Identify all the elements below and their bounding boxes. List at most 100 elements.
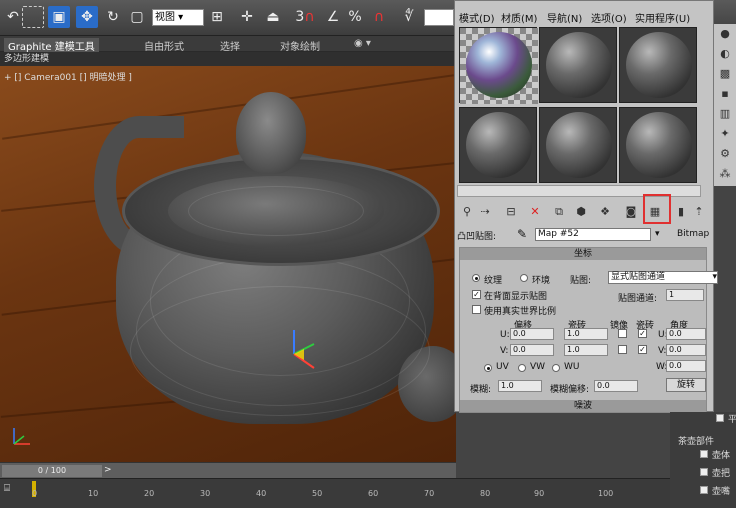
- put-to-library-icon[interactable]: ❖: [597, 204, 613, 220]
- noise-header[interactable]: 噪波: [460, 400, 706, 412]
- camera-viewport[interactable]: + [] Camera001 [] 明暗处理 ]: [0, 66, 456, 462]
- axis-tripod: [13, 428, 30, 445]
- edit-named-selection-icon[interactable]: ∜: [398, 6, 420, 28]
- v-offset-spinner[interactable]: 0.0: [510, 344, 554, 356]
- show-end-result-icon[interactable]: ▮: [673, 204, 689, 220]
- pivot-icon[interactable]: ⊞: [206, 6, 228, 28]
- vw-radio[interactable]: [518, 364, 526, 372]
- top-checkbox[interactable]: [716, 414, 724, 422]
- time-slider-bar[interactable]: 0 / 100 >: [0, 462, 456, 478]
- select-rotate-icon[interactable]: ↻: [102, 6, 124, 28]
- eyedropper-icon[interactable]: ✎: [517, 227, 527, 241]
- material-slot-3[interactable]: [619, 27, 697, 103]
- percent-snap-icon[interactable]: %: [344, 6, 366, 28]
- menu-material[interactable]: 材质(M): [501, 10, 537, 25]
- put-to-scene-icon[interactable]: ⇢: [477, 204, 493, 220]
- assign-to-selection-icon[interactable]: ⊟: [503, 204, 519, 220]
- material-editor: 模式(D) 材质(M) 导航(N) 选项(O) 实用程序(U) ⚲ ⇢ ⊟ ✕ …: [454, 0, 718, 413]
- copy-material-icon[interactable]: ⧉: [551, 204, 567, 220]
- u-mirror-checkbox[interactable]: [618, 329, 627, 338]
- options-icon[interactable]: ⚙: [717, 146, 733, 162]
- u-angle-spinner[interactable]: 0.0: [666, 328, 706, 340]
- show-back-checkbox[interactable]: ✓: [472, 290, 481, 299]
- menu-navigation[interactable]: 导航(N): [547, 10, 582, 25]
- spinner-snap-icon[interactable]: ∩: [368, 6, 390, 28]
- mapping-select[interactable]: 显式贴图通道 ▾: [608, 271, 718, 284]
- tab-freeform[interactable]: 自由形式: [144, 38, 184, 53]
- tab-selection[interactable]: 选择: [220, 38, 240, 53]
- v-tile-checkbox[interactable]: ✓: [638, 345, 647, 354]
- select-manipulate-icon[interactable]: ✛: [236, 6, 258, 28]
- material-toolbar: ⚲ ⇢ ⊟ ✕ ⧉ ⬢ ❖ ◙ ▦ ▮ ⇡: [455, 201, 713, 223]
- blur-offset-spinner[interactable]: 0.0: [594, 380, 638, 392]
- map-dropdown-icon[interactable]: ▾: [655, 229, 660, 239]
- material-slot-4[interactable]: [459, 107, 537, 183]
- undo-icon[interactable]: ↶: [2, 6, 24, 28]
- video-color-icon[interactable]: ▥: [717, 106, 733, 122]
- next-frame-icon[interactable]: >: [104, 465, 112, 475]
- bump-map-label: 凸凹贴图:: [457, 232, 497, 242]
- v-tiling-spinner[interactable]: 1.0: [564, 344, 608, 356]
- handle-checkbox[interactable]: [700, 468, 708, 476]
- highlight-box: [643, 194, 671, 224]
- material-slot-1[interactable]: [459, 27, 538, 104]
- angle-snap-icon[interactable]: ∠: [322, 6, 344, 28]
- map-type-button[interactable]: Bitmap: [677, 229, 709, 239]
- background-icon[interactable]: ▩: [717, 66, 733, 82]
- keyboard-shortcut-icon[interactable]: ⏏: [262, 6, 284, 28]
- material-slot-6[interactable]: [619, 107, 697, 183]
- w-angle-spinner[interactable]: 0.0: [666, 360, 706, 372]
- viewport-label[interactable]: + [] Camera001 [] 明暗处理 ]: [4, 70, 132, 83]
- material-side-toolbar: ● ◐ ▩ ▪ ▥ ✦ ⚙ ⁂: [714, 24, 736, 186]
- real-world-checkbox[interactable]: [472, 305, 481, 314]
- track-menu-icon[interactable]: ⌸: [4, 483, 18, 497]
- material-slot-2[interactable]: [539, 27, 617, 103]
- backlight-icon[interactable]: ◐: [717, 46, 733, 62]
- track-bar[interactable]: ⌸ 0 10 20 30 40 50 60 70 80 90 100: [0, 478, 736, 508]
- rotate-button[interactable]: 旋转: [666, 378, 706, 392]
- spout-checkbox[interactable]: [700, 486, 708, 494]
- reset-map-icon[interactable]: ✕: [527, 204, 543, 220]
- u-offset-spinner[interactable]: 0.0: [510, 328, 554, 340]
- uv-tiling-icon[interactable]: ▪: [717, 86, 733, 102]
- menu-mode[interactable]: 模式(D): [459, 10, 495, 25]
- select-window-icon[interactable]: ▣: [48, 6, 70, 28]
- go-to-parent-icon[interactable]: ⇡: [691, 204, 707, 220]
- body-checkbox[interactable]: [700, 450, 708, 458]
- v-mirror-checkbox[interactable]: [618, 345, 627, 354]
- uv-radio[interactable]: [484, 364, 492, 372]
- named-selection-field[interactable]: [424, 9, 454, 26]
- v-angle-spinner[interactable]: 0.0: [666, 344, 706, 356]
- environ-radio[interactable]: [520, 274, 528, 282]
- transform-gizmo[interactable]: [280, 324, 330, 374]
- menu-utilities[interactable]: 实用程序(U): [635, 10, 690, 25]
- coordinates-header[interactable]: 坐标: [460, 248, 706, 260]
- tab-object-paint[interactable]: 对象绘制: [280, 38, 320, 53]
- select-by-material-icon[interactable]: ⁂: [717, 166, 733, 182]
- select-move-icon[interactable]: ✥: [76, 6, 98, 28]
- material-id-icon[interactable]: ◙: [623, 204, 639, 220]
- ribbon-options-icon[interactable]: ◉ ▾: [354, 38, 371, 49]
- u-tile-checkbox[interactable]: ✓: [638, 329, 647, 338]
- get-material-icon[interactable]: ⚲: [459, 204, 475, 220]
- snap-toggle-icon[interactable]: 3 ∩: [290, 6, 320, 28]
- menu-options[interactable]: 选项(O): [591, 10, 627, 25]
- bump-map-row: 凸凹贴图: ✎ Map #52 ▾ Bitmap: [455, 227, 713, 243]
- make-unique-icon[interactable]: ⬢: [573, 204, 589, 220]
- map-name-field[interactable]: Map #52: [535, 228, 651, 241]
- ribbon-tabs: Graphite 建模工具 自由形式 选择 对象绘制 ◉ ▾: [0, 36, 456, 53]
- select-region-icon[interactable]: [22, 6, 44, 28]
- time-slider[interactable]: 0 / 100: [2, 465, 102, 477]
- material-slot-5[interactable]: [539, 107, 617, 183]
- u-tiling-spinner[interactable]: 1.0: [564, 328, 608, 340]
- wu-radio[interactable]: [552, 364, 560, 372]
- select-scale-icon[interactable]: ▢: [126, 6, 148, 28]
- reference-coord-select[interactable]: 视图 ▾: [152, 9, 204, 26]
- polygon-modeling-label[interactable]: 多边形建模: [0, 52, 456, 66]
- make-preview-icon[interactable]: ✦: [717, 126, 733, 142]
- tab-graphite[interactable]: Graphite 建模工具: [4, 38, 99, 53]
- sample-type-icon[interactable]: ●: [717, 26, 733, 42]
- map-channel-spinner[interactable]: 1: [666, 289, 704, 301]
- texture-radio[interactable]: [472, 274, 480, 282]
- blur-spinner[interactable]: 1.0: [498, 380, 542, 392]
